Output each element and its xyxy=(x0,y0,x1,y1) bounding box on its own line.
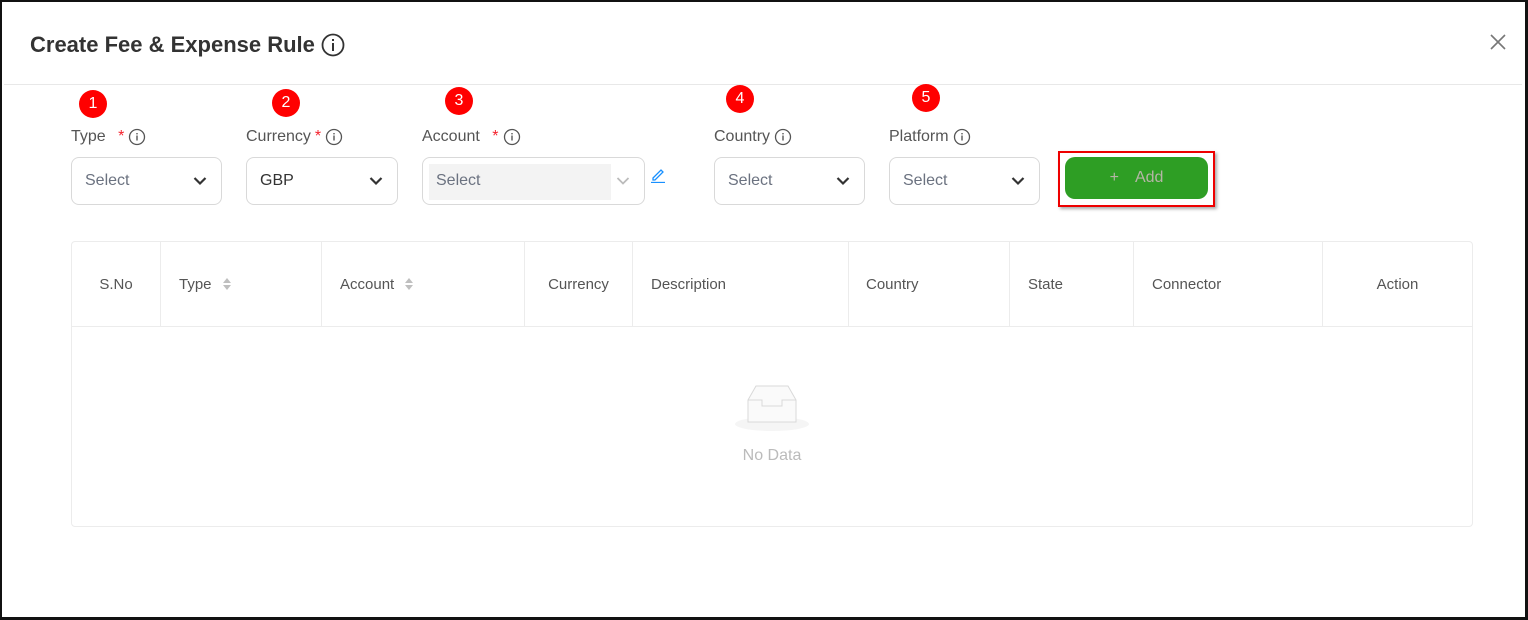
account-select-value: Select xyxy=(436,172,481,189)
type-select[interactable]: Select xyxy=(71,157,222,205)
column-header-text: S.No xyxy=(99,275,133,293)
column-header-text: State xyxy=(1028,275,1064,293)
account-label-text: Account xyxy=(422,128,480,145)
column-header-sno: S.No xyxy=(72,242,160,327)
dialog: Create Fee & Expense Rule 1 2 3 4 5 Type… xyxy=(0,0,1528,620)
step-badge: 1 xyxy=(79,90,107,118)
column-header-account[interactable]: Account xyxy=(321,242,524,327)
close-icon[interactable] xyxy=(1488,32,1508,52)
no-data-text: No Data xyxy=(742,447,802,464)
country-label: Country xyxy=(714,128,792,146)
currency-label: Currency * xyxy=(246,128,343,146)
pencil-icon[interactable] xyxy=(650,167,666,183)
empty-inbox-icon xyxy=(735,385,809,431)
column-header-country: Country xyxy=(848,242,1009,327)
column-header-state: State xyxy=(1009,242,1133,327)
platform-label-text: Platform xyxy=(889,128,949,145)
info-icon[interactable] xyxy=(774,128,792,146)
required-marker: * xyxy=(118,128,125,145)
empty-state: No Data xyxy=(732,382,812,465)
step-badge: 3 xyxy=(445,87,473,115)
column-header-text: Action xyxy=(1376,275,1419,293)
add-button-label: Add xyxy=(1134,169,1164,186)
dialog-title: Create Fee & Expense Rule xyxy=(30,32,345,58)
column-header-text: Connector xyxy=(1152,275,1222,293)
column-header-text: Currency xyxy=(548,275,609,293)
country-label-text: Country xyxy=(714,128,771,145)
sort-icon[interactable] xyxy=(222,276,232,292)
column-header-text: Type xyxy=(179,275,212,293)
chevron-down-icon xyxy=(836,177,850,186)
step-badge: 2 xyxy=(272,89,300,117)
column-header-text: Account xyxy=(340,275,395,293)
step-badge: 4 xyxy=(726,85,754,113)
step-badge: 5 xyxy=(912,84,940,112)
currency-label-text: Currency xyxy=(246,128,311,145)
chevron-down-icon xyxy=(193,177,207,186)
sort-icon[interactable] xyxy=(404,276,414,292)
column-header-action: Action xyxy=(1322,242,1472,327)
currency-select-value: GBP xyxy=(260,172,294,189)
required-marker: * xyxy=(314,128,322,145)
dialog-title-text: Create Fee & Expense Rule xyxy=(30,32,315,57)
chevron-down-icon xyxy=(1011,177,1025,186)
platform-select-value: Select xyxy=(903,172,948,189)
chevron-down-icon xyxy=(369,177,383,186)
info-icon[interactable] xyxy=(503,128,521,146)
column-header-type[interactable]: Type xyxy=(160,242,321,327)
currency-select[interactable]: GBP xyxy=(246,157,398,205)
type-select-value: Select xyxy=(85,172,130,189)
column-header-connector: Connector xyxy=(1133,242,1322,327)
column-header-currency: Currency xyxy=(524,242,632,327)
platform-select[interactable]: Select xyxy=(889,157,1040,205)
account-label: Account * xyxy=(422,128,521,146)
info-icon[interactable] xyxy=(128,128,146,146)
column-header-text: Description xyxy=(651,275,727,293)
rules-table: S.No Type Account Currency Description C… xyxy=(71,241,1473,527)
country-select[interactable]: Select xyxy=(714,157,865,205)
chevron-down-icon xyxy=(616,177,630,185)
info-icon[interactable] xyxy=(321,33,345,57)
add-button-highlight: + Add xyxy=(1058,151,1215,207)
account-select[interactable]: Select xyxy=(422,157,645,205)
header-divider xyxy=(4,84,1522,85)
column-header-description: Description xyxy=(632,242,848,327)
plus-icon: + xyxy=(1109,169,1119,186)
column-header-text: Country xyxy=(866,275,919,293)
info-icon[interactable] xyxy=(953,128,971,146)
type-label: Type * xyxy=(71,128,146,146)
platform-label: Platform xyxy=(889,128,971,146)
info-icon[interactable] xyxy=(325,128,343,146)
type-label-text: Type xyxy=(71,128,106,145)
required-marker: * xyxy=(492,128,499,145)
country-select-value: Select xyxy=(728,172,773,189)
add-button[interactable]: + Add xyxy=(1065,157,1208,199)
